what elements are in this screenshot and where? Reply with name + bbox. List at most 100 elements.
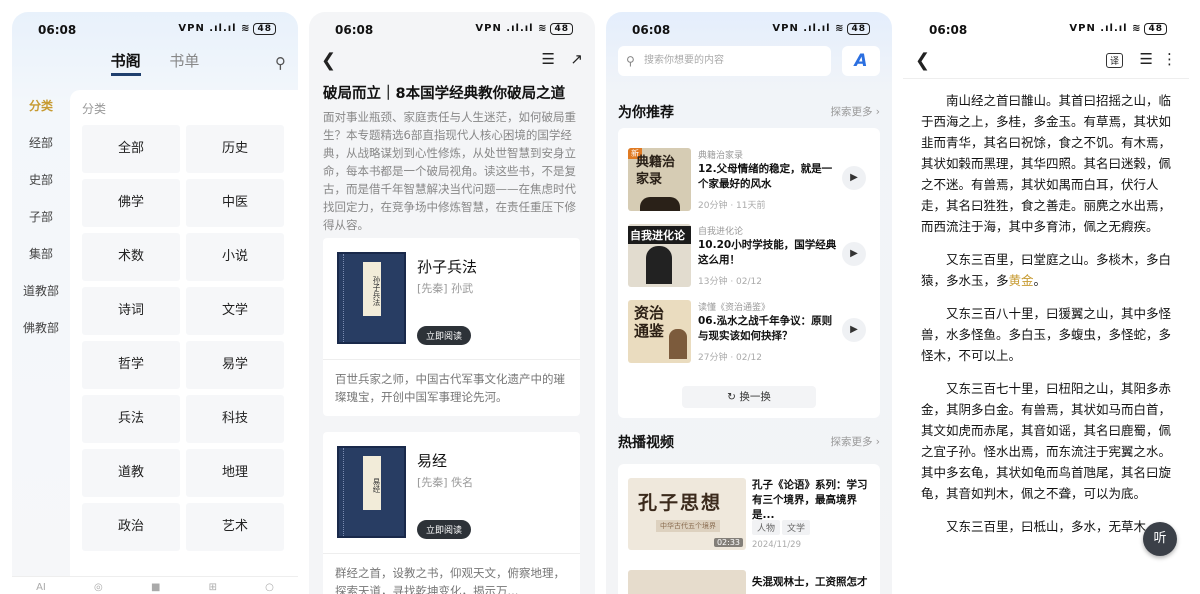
battery-icon: 48 [550,23,573,35]
category-cell[interactable]: 艺术 [186,503,284,551]
highlighted-term[interactable]: 黄金 [1009,273,1034,288]
nav-library-icon[interactable]: ■ [151,582,160,594]
category-panel: 分类 全部 历史 佛学 中医 术数 小说 诗词 文学 哲学 易学 兵法 科技 道… [70,90,298,594]
category-sidebar: 分类 经部 史部 子部 集部 道教部 佛教部 [12,88,70,594]
refresh-button[interactable]: ↻ 换一换 [682,386,816,408]
list-item[interactable]: 新 典籍治家录 典籍治家录 12.父母情绪的稳定，就是一个家最好的风水 20分钟… [628,148,870,214]
recommend-card: 新 典籍治家录 典籍治家录 12.父母情绪的稳定，就是一个家最好的风水 20分钟… [618,128,880,418]
status-icons: VPN .ıl.ıl ≋ 48 [772,23,870,35]
thumbnail: 自我进化论 [628,224,691,287]
topic-topbar: ❮ ☰ ↗ [309,50,595,74]
thumb-text: 自我进化论 [628,226,691,244]
recommend-title: 为你推荐 [618,105,674,121]
search-icon[interactable]: ⚲ [275,54,286,72]
battery-icon: 48 [847,23,870,35]
ai-assistant-button[interactable]: A [842,46,880,76]
book-author: [先秦] 佚名 [417,476,474,489]
category-cell[interactable]: 文学 [186,287,284,335]
category-cell[interactable]: 政治 [82,503,180,551]
sidebar-item-buddhism[interactable]: 佛教部 [12,310,70,347]
category-cell[interactable]: 小说 [186,233,284,281]
status-bar: 06:08 VPN .ıl.ıl ≋ 48 [606,12,892,48]
category-cell[interactable]: 科技 [186,395,284,443]
nav-profile-icon[interactable]: ○ [265,582,274,594]
status-time: 06:08 [929,23,968,37]
recommend-header: 为你推荐 探索更多 › [618,102,880,122]
sidebar-item-taoism[interactable]: 道教部 [12,273,70,310]
screen-topic: 06:08 VPN .ıl.ıl ≋ 48 ❮ ☰ ↗ 破局而立｜8本国学经典教你… [309,12,595,594]
item-meta: 20分钟 · 11天前 [698,201,766,211]
category-cell[interactable]: 道教 [82,449,180,497]
sidebar-item-zi[interactable]: 子部 [12,199,70,236]
share-icon[interactable]: ↗ [570,50,583,68]
list-item[interactable]: 自我进化论 自我进化论 10.20小时学技能，国学经典这么用！ 13分钟 · 0… [628,224,870,290]
listen-button[interactable]: 听 [1143,522,1177,556]
category-cell[interactable]: 诗词 [82,287,180,335]
play-icon[interactable]: ▶ [842,318,866,342]
nav-shelf-icon[interactable]: ⊞ [209,582,217,594]
reader-content: 南山经之首曰䧿山。其首曰招摇之山，临于西海之上，多桂，多金玉。有草焉，其状如韭而… [921,90,1175,549]
book-name: 易经 [417,452,448,470]
book-card[interactable]: 孙子兵法 孙子兵法 [先秦] 孙武 立即阅读 百世兵家之师，中国古代军事文化遗产… [323,238,580,416]
category-cell[interactable]: 佛学 [82,179,180,227]
video-card[interactable]: 孔子思想 中华古代五个境界 02:33 孔子《论语》系列：学习有三个境界，最高境… [618,464,880,594]
item-title: 10.20小时学技能，国学经典这么用！ [698,239,837,266]
sidebar-item-jing[interactable]: 经部 [12,125,70,162]
category-cell[interactable]: 历史 [186,125,284,173]
list-item[interactable]: 资治通鉴 读懂《资治通鉴》 06.泓水之战千年争议：原则与现实该如何抉择？ 27… [628,300,870,366]
search-input[interactable]: ⚲ 搜索你想要的内容 [618,46,831,76]
back-icon[interactable]: ❮ [321,50,336,71]
sidebar-item-category[interactable]: 分类 [12,88,70,125]
signal-icons: VPN .ıl.ıl ≋ [475,23,548,34]
thumb-text: 典籍治家录 [636,155,676,187]
read-now-button[interactable]: 立即阅读 [417,326,472,345]
video-thumbnail[interactable] [628,570,746,594]
play-icon[interactable]: ▶ [842,166,866,190]
top-tabs: 书阁 书单 [12,50,298,76]
bottom-nav: AI ◎ ■ ⊞ ○ [12,576,298,594]
read-now-button[interactable]: 立即阅读 [417,520,472,539]
add-to-list-icon[interactable]: ☰ [1140,50,1153,68]
video-tag: 文学 [782,520,811,535]
explore-more-link[interactable]: 探索更多 › [830,104,880,119]
more-options-icon[interactable]: ⋮ [1162,50,1177,68]
paragraph: 又东三百里，曰堂庭之山。多棪木，多白猿，多水玉，多黄金。 [921,252,1172,288]
back-icon[interactable]: ❮ [915,50,930,71]
play-icon[interactable]: ▶ [842,242,866,266]
explore-more-link[interactable]: 探索更多 › [830,434,880,449]
thumbnail: 新 典籍治家录 [628,148,691,211]
video-title: 失混观林士，工资照怎才 [752,576,868,588]
book-summary: 百世兵家之师，中国古代军事文化遗产中的璀璨瑰宝，开创中国军事理论先河。 [335,372,565,404]
paragraph: 南山经之首曰䧿山。其首曰招摇之山，临于西海之上，多桂，多金玉。有草焉，其状如韭而… [921,93,1172,234]
nav-discover-icon[interactable]: ◎ [94,582,103,594]
sidebar-item-ji[interactable]: 集部 [12,236,70,273]
category-cell[interactable]: 易学 [186,341,284,389]
item-title: 12.父母情绪的稳定，就是一个家最好的风水 [698,163,833,190]
search-icon: ⚲ [626,54,635,68]
status-bar: 06:08 VPN .ıl.ıl ≋ 48 [309,12,595,48]
nav-ai-icon[interactable]: AI [36,582,46,594]
tab-library[interactable]: 书阁 [110,50,141,76]
thumb-subtitle: 中华古代五个境界 [656,520,720,532]
status-icons: VPN .ıl.ıl ≋ 48 [475,23,573,35]
status-time: 06:08 [335,23,374,37]
category-cell[interactable]: 哲学 [82,341,180,389]
item-source: 典籍治家录 [698,151,744,161]
hot-video-header: 热播视频 探索更多 › [618,432,880,452]
tab-booklist[interactable]: 书单 [169,50,199,71]
category-cell[interactable]: 地理 [186,449,284,497]
translate-button[interactable]: 译 [1105,53,1123,68]
topic-title: 破局而立｜8本国学经典教你破局之道 [323,86,566,102]
category-cell[interactable]: 兵法 [82,395,180,443]
add-to-list-icon[interactable]: ☰ [542,50,555,68]
category-cell[interactable]: 术数 [82,233,180,281]
item-title: 06.泓水之战千年争议：原则与现实该如何抉择？ [698,315,833,342]
sidebar-item-shi[interactable]: 史部 [12,162,70,199]
category-cell[interactable]: 全部 [82,125,180,173]
paragraph: 又东三百七十里，曰杻阳之山，其阳多赤金，其阴多白金。有兽焉，其状如马而白首，其文… [921,381,1172,501]
book-card[interactable]: 易经 易经 [先秦] 佚名 立即阅读 群经之首，设教之书，仰观天文，俯察地理，探… [323,432,580,594]
category-grid: 全部 历史 佛学 中医 术数 小说 诗词 文学 哲学 易学 兵法 科技 道教 地… [82,125,286,551]
topic-description: 面对事业瓶颈、家庭责任与人生迷茫，如何破局重生？本专题精选6部直指现代人核心困境… [323,110,576,232]
hot-video-title: 热播视频 [618,435,674,451]
category-cell[interactable]: 中医 [186,179,284,227]
